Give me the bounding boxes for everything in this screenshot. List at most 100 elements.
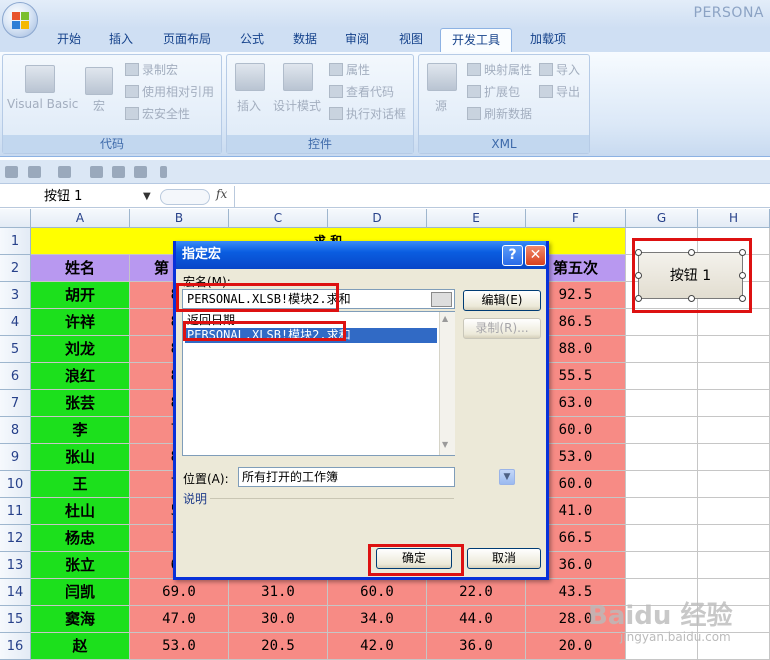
cell[interactable]: [626, 471, 698, 498]
form-button[interactable]: 按钮 1: [638, 252, 743, 299]
tab-data[interactable]: 数据: [282, 28, 328, 52]
relative-reference-button[interactable]: 使用相对引用: [125, 83, 214, 100]
row-header[interactable]: 16: [0, 633, 31, 660]
tab-home[interactable]: 开始: [48, 28, 90, 52]
visual-basic-button[interactable]: Visual Basic: [7, 97, 78, 111]
data-cell[interactable]: 22.0: [427, 579, 526, 606]
name-cell[interactable]: 赵: [31, 633, 130, 660]
cell[interactable]: [698, 363, 770, 390]
name-box[interactable]: 按钮 1: [44, 188, 156, 206]
data-cell[interactable]: 31.0: [229, 579, 328, 606]
name-cell[interactable]: 张立: [31, 552, 130, 579]
cell[interactable]: [698, 525, 770, 552]
row-header[interactable]: 12: [0, 525, 31, 552]
tab-addins[interactable]: 加载项: [520, 28, 576, 52]
import-button[interactable]: 导入: [539, 61, 580, 78]
row-header[interactable]: 11: [0, 498, 31, 525]
name-cell[interactable]: 张芸: [31, 390, 130, 417]
cell[interactable]: [698, 552, 770, 579]
resize-handle[interactable]: [635, 295, 642, 302]
insert-function-icon[interactable]: fx: [216, 187, 227, 201]
name-cell[interactable]: 刘龙: [31, 336, 130, 363]
cell[interactable]: [626, 525, 698, 552]
cell[interactable]: [626, 390, 698, 417]
column-header-g[interactable]: G: [626, 209, 698, 228]
cell[interactable]: [698, 498, 770, 525]
row-header[interactable]: 10: [0, 471, 31, 498]
resize-handle[interactable]: [739, 272, 746, 279]
expansion-packs-button[interactable]: 扩展包: [467, 83, 520, 100]
dialog-title-bar[interactable]: 指定宏: [176, 241, 546, 269]
scroll-down-icon[interactable]: ▼: [442, 440, 448, 449]
data-cell[interactable]: 53.0: [130, 633, 229, 660]
insert-control-button[interactable]: 插入: [237, 97, 261, 114]
cell[interactable]: [698, 309, 770, 336]
macro-security-button[interactable]: 宏安全性: [125, 105, 190, 122]
column-header-e[interactable]: E: [427, 209, 526, 228]
name-cell[interactable]: 王: [31, 471, 130, 498]
cell[interactable]: [698, 390, 770, 417]
select-all-corner[interactable]: [0, 209, 31, 228]
export-button[interactable]: 导出: [539, 83, 580, 100]
data-cell[interactable]: 20.5: [229, 633, 328, 660]
column-header-a[interactable]: A: [31, 209, 130, 228]
data-cell[interactable]: 44.0: [427, 606, 526, 633]
spelling-icon[interactable]: [112, 166, 125, 178]
row-header[interactable]: 3: [0, 282, 31, 309]
tab-review[interactable]: 审阅: [336, 28, 378, 52]
name-cell[interactable]: 杜山: [31, 498, 130, 525]
save-icon[interactable]: [5, 166, 18, 178]
name-cell[interactable]: 胡开: [31, 282, 130, 309]
name-cell[interactable]: 许祥: [31, 309, 130, 336]
row-header[interactable]: 15: [0, 606, 31, 633]
name-cell[interactable]: 窦海: [31, 606, 130, 633]
tab-page-layout[interactable]: 页面布局: [152, 28, 222, 52]
row-header[interactable]: 4: [0, 309, 31, 336]
data-cell[interactable]: 34.0: [328, 606, 427, 633]
customize-qat-icon[interactable]: [160, 166, 167, 178]
source-button[interactable]: 源: [435, 97, 447, 114]
name-cell[interactable]: 杨忠: [31, 525, 130, 552]
cell[interactable]: [626, 363, 698, 390]
data-cell[interactable]: 47.0: [130, 606, 229, 633]
redo-icon[interactable]: [58, 166, 71, 178]
tab-developer[interactable]: 开发工具: [440, 28, 512, 52]
row-header[interactable]: 8: [0, 417, 31, 444]
data-cell[interactable]: 69.0: [130, 579, 229, 606]
data-cell[interactable]: 60.0: [328, 579, 427, 606]
cell[interactable]: [698, 471, 770, 498]
header-name-cell[interactable]: 姓名: [31, 255, 130, 282]
name-box-dropdown-icon[interactable]: ▼: [143, 188, 151, 206]
office-button[interactable]: [2, 2, 38, 38]
resize-handle[interactable]: [688, 295, 695, 302]
row-header[interactable]: 6: [0, 363, 31, 390]
name-cell[interactable]: 浪红: [31, 363, 130, 390]
cell[interactable]: [626, 444, 698, 471]
resize-handle[interactable]: [739, 249, 746, 256]
data-cell[interactable]: 20.0: [526, 633, 626, 660]
record-macro-button[interactable]: 录制宏: [125, 61, 178, 78]
column-header-d[interactable]: D: [328, 209, 427, 228]
cell[interactable]: [626, 498, 698, 525]
resize-handle[interactable]: [635, 272, 642, 279]
column-header-b[interactable]: B: [130, 209, 229, 228]
data-cell[interactable]: 30.0: [229, 606, 328, 633]
view-code-button[interactable]: 查看代码: [329, 83, 394, 100]
cell[interactable]: [626, 309, 698, 336]
column-header-c[interactable]: C: [229, 209, 328, 228]
undo-icon[interactable]: [28, 166, 41, 178]
cell[interactable]: [698, 444, 770, 471]
macros-button[interactable]: 宏: [93, 97, 105, 114]
camera-icon[interactable]: [134, 166, 147, 178]
refresh-data-button[interactable]: 刷新数据: [467, 105, 532, 122]
cell[interactable]: [698, 336, 770, 363]
properties-button[interactable]: 属性: [329, 61, 370, 78]
column-header-f[interactable]: F: [526, 209, 626, 228]
row-header[interactable]: 9: [0, 444, 31, 471]
resize-handle[interactable]: [739, 295, 746, 302]
data-cell[interactable]: 36.0: [427, 633, 526, 660]
map-properties-button[interactable]: 映射属性: [467, 61, 532, 78]
cancel-button[interactable]: 取消: [467, 548, 541, 569]
edit-button[interactable]: 编辑(E): [463, 290, 541, 311]
scroll-up-icon[interactable]: ▲: [442, 314, 448, 323]
